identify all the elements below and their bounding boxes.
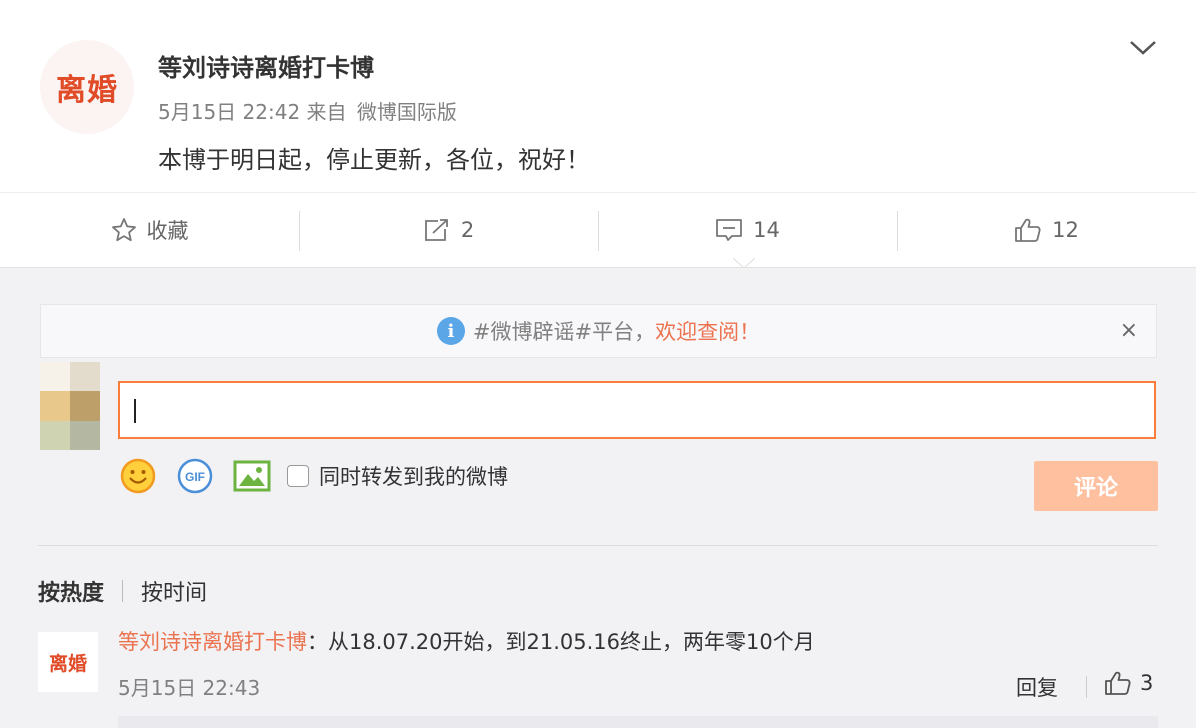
divider [38, 545, 1158, 546]
favorite-button[interactable]: 收藏 [0, 193, 299, 267]
gif-button[interactable]: GIF [175, 456, 215, 496]
notice-banner: i #微博辟谣#平台， 欢迎查阅！ × [40, 304, 1157, 358]
thumbs-up-icon [1105, 671, 1131, 695]
gif-icon: GIF [177, 458, 213, 494]
favorite-label: 收藏 [146, 219, 189, 243]
action-bar: 收藏 2 14 12 [0, 192, 1196, 268]
author-avatar-text: 离婚 [56, 73, 118, 108]
sync-repost-label[interactable]: 同时转发到我的微博 [319, 461, 508, 491]
text-cursor [134, 399, 136, 423]
commenter-name[interactable]: 等刘诗诗离婚打卡博 [118, 630, 307, 654]
commenter-avatar[interactable]: 离婚 [38, 632, 98, 692]
post-content: 本博于明日起，停止更新，各位，祝好！ [158, 146, 590, 174]
my-avatar[interactable] [40, 362, 100, 450]
sort-divider [122, 580, 124, 602]
sort-by-time[interactable]: 按时间 [141, 575, 207, 607]
comment-like-count: 3 [1140, 671, 1154, 695]
smiley-icon [120, 458, 156, 494]
post-time[interactable]: 5月15日 22:42 [158, 100, 300, 124]
emoji-button[interactable] [118, 456, 158, 496]
comment-button[interactable]: 14 [598, 193, 897, 267]
reply-button[interactable]: 回复 [1016, 672, 1058, 702]
caret-pointer [733, 258, 755, 269]
comment-action-divider [1086, 676, 1087, 698]
author-name[interactable]: 等刘诗诗离婚打卡博 [158, 48, 374, 83]
source-prefix: 来自 [306, 100, 347, 124]
repost-button[interactable]: 2 [299, 193, 598, 267]
post-meta: 5月15日 22:42 来自 微博国际版 [158, 96, 457, 125]
chevron-down-icon[interactable] [1128, 36, 1158, 60]
author-avatar[interactable]: 离婚 [40, 40, 134, 134]
comment-like-button[interactable]: 3 [1104, 670, 1153, 696]
comment-item: 等刘诗诗离婚打卡博：从18.07.20开始，到21.05.16终止，两年零10个… [118, 626, 815, 656]
like-count: 12 [1052, 218, 1079, 242]
composer-tools: GIF 同时转发到我的微博 [118, 456, 508, 496]
post-source[interactable]: 微博国际版 [357, 100, 457, 124]
like-button[interactable]: 12 [897, 193, 1196, 267]
comment-time: 5月15日 22:43 [118, 676, 261, 700]
close-icon[interactable]: × [1120, 318, 1138, 343]
sort-tabs: 按热度 按时间 [38, 575, 207, 607]
star-icon [111, 218, 136, 242]
comment-icon [716, 219, 743, 241]
commenter-avatar-text: 离婚 [48, 652, 87, 675]
comment-count: 14 [753, 218, 780, 242]
next-comment-preview [118, 716, 1158, 728]
comment-input[interactable] [118, 381, 1156, 439]
image-button[interactable] [232, 456, 272, 496]
info-icon: i [436, 317, 465, 345]
sort-by-hot[interactable]: 按热度 [38, 575, 104, 607]
image-icon [233, 460, 271, 492]
svg-text:GIF: GIF [185, 470, 205, 484]
notice-topic[interactable]: #微博辟谣#平台， [473, 316, 655, 346]
weibo-post: 离婚 等刘诗诗离婚打卡博 5月15日 22:42 来自 微博国际版 本博于明日起… [0, 0, 1196, 268]
thumbs-up-icon [1015, 218, 1041, 242]
comment-text: ：从18.07.20开始，到21.05.16终止，两年零10个月 [307, 630, 815, 654]
repost-icon [424, 219, 448, 241]
sync-repost-checkbox[interactable] [287, 465, 309, 487]
repost-count: 2 [460, 218, 475, 242]
submit-comment-button[interactable]: 评论 [1034, 461, 1158, 511]
notice-link[interactable]: 欢迎查阅！ [655, 316, 760, 346]
